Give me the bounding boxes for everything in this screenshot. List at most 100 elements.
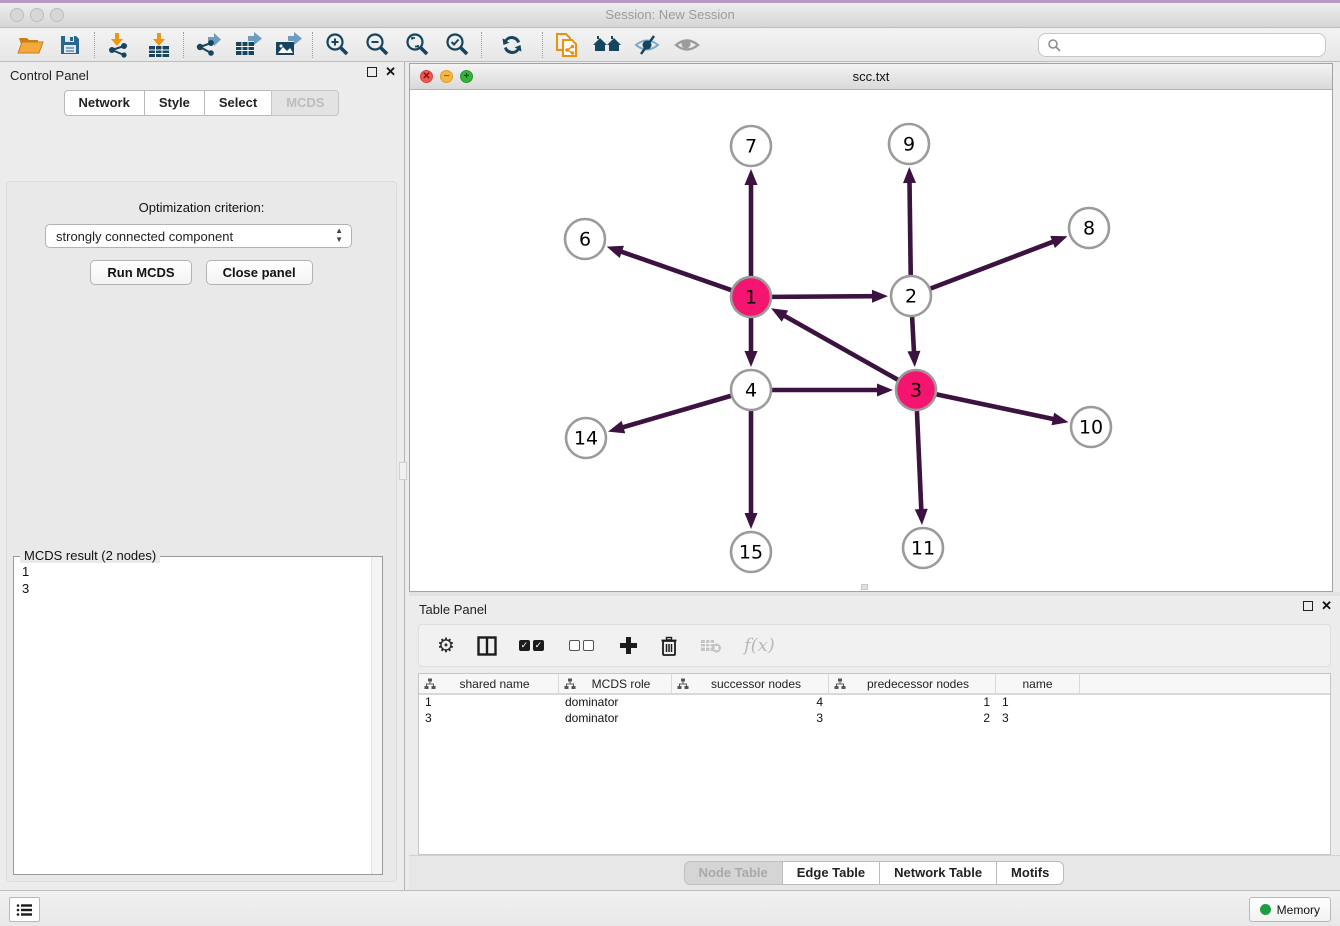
graph-edge-3-10[interactable] — [937, 394, 1055, 419]
dropdown-stepper-icon: ▲▼ — [335, 226, 343, 244]
refresh-icon[interactable] — [492, 30, 532, 60]
zoom-selected-icon[interactable] — [437, 30, 477, 60]
import-table-icon[interactable] — [139, 30, 179, 60]
graph-edge-1-2[interactable] — [772, 296, 874, 297]
edge-arrowhead — [745, 351, 758, 367]
tab-motifs[interactable]: Motifs — [996, 861, 1064, 885]
save-session-icon[interactable] — [50, 30, 90, 60]
table-cell[interactable]: 3 — [672, 711, 829, 727]
edge-arrowhead — [608, 421, 625, 433]
graph-edge-1-6[interactable] — [620, 251, 731, 290]
search-icon — [1047, 38, 1061, 52]
column-header-predecessor-nodes[interactable]: predecessor nodes — [829, 674, 996, 693]
toolbar-separator — [94, 32, 95, 58]
tab-edge-table[interactable]: Edge Table — [782, 861, 880, 885]
column-header-successor-nodes[interactable]: successor nodes — [672, 674, 829, 693]
table-cell[interactable]: 3 — [419, 711, 559, 727]
table-cell[interactable]: 1 — [829, 695, 996, 711]
open-session-icon[interactable] — [10, 30, 50, 60]
table-cell[interactable]: 1 — [419, 695, 559, 711]
columns-icon[interactable] — [477, 636, 497, 656]
table-cell[interactable]: 1 — [996, 695, 1080, 711]
mcds-result-box: MCDS result (2 nodes) 13 — [13, 556, 383, 875]
graph-edge-2-3[interactable] — [912, 317, 914, 353]
tab-network[interactable]: Network — [64, 90, 145, 116]
edge-arrowhead — [907, 351, 920, 367]
tab-select[interactable]: Select — [204, 90, 272, 116]
tab-node-table[interactable]: Node Table — [684, 861, 783, 885]
list-icon — [16, 903, 33, 917]
graph-edge-3-1[interactable] — [783, 315, 897, 380]
node-label-4: 4 — [745, 380, 757, 402]
edge-arrowhead — [1051, 413, 1068, 426]
graph-edge-3-11[interactable] — [917, 411, 921, 511]
column-header-label: successor nodes — [689, 677, 823, 691]
canvas-splitter-handle[interactable] — [861, 584, 868, 590]
close-table-panel-icon[interactable]: ✕ — [1321, 601, 1332, 611]
criterion-dropdown[interactable]: strongly connected component ▲▼ — [45, 224, 352, 248]
close-panel-button[interactable]: Close panel — [206, 260, 313, 285]
tab-style[interactable]: Style — [144, 90, 205, 116]
zoom-in-icon[interactable] — [317, 30, 357, 60]
column-header-shared-name[interactable]: shared name — [419, 674, 559, 693]
column-header-name[interactable]: name — [996, 674, 1080, 693]
zoom-out-icon[interactable] — [357, 30, 397, 60]
toolbar-separator — [481, 32, 482, 58]
node-label-3: 3 — [910, 380, 922, 402]
delete-table-icon — [700, 638, 722, 654]
delete-icon[interactable] — [660, 636, 678, 656]
close-panel-icon[interactable]: ✕ — [385, 67, 396, 77]
export-network-icon[interactable] — [188, 30, 228, 60]
column-header-label: shared name — [436, 677, 553, 691]
table-cell[interactable]: dominator — [559, 695, 672, 711]
table-header-row: shared name MCDS role successor nodes prede… — [419, 674, 1330, 695]
graph-edge-2-8[interactable] — [931, 241, 1055, 288]
control-panel-title: Control Panel — [10, 68, 89, 83]
export-table-icon[interactable] — [228, 30, 268, 60]
gear-icon[interactable]: ⚙ — [437, 633, 455, 658]
graph-edge-2-9[interactable] — [909, 181, 910, 275]
show-all-icon[interactable] — [667, 30, 707, 60]
float-table-panel-icon[interactable] — [1303, 601, 1313, 611]
column-header-MCDS-role[interactable]: MCDS role — [559, 674, 672, 693]
network-window-titlebar[interactable]: ✕ − + scc.txt — [410, 64, 1332, 90]
control-panel-tabs: NetworkStyleSelectMCDS — [0, 90, 404, 116]
run-mcds-button[interactable]: Run MCDS — [90, 260, 191, 285]
home-icon[interactable] — [587, 30, 627, 60]
control-panel: Control Panel ✕ NetworkStyleSelectMCDS O… — [0, 62, 405, 890]
table-row[interactable]: 3dominator323 — [419, 711, 1330, 727]
status-bar: Memory — [0, 890, 1340, 926]
result-scrollbar[interactable] — [371, 557, 382, 874]
export-image-icon[interactable] — [268, 30, 308, 60]
tab-mcds[interactable]: MCDS — [271, 90, 339, 116]
float-panel-icon[interactable] — [367, 67, 377, 77]
graph-edge-4-14[interactable] — [622, 396, 731, 428]
select-all-checkboxes-icon[interactable]: ✓✓ — [519, 640, 547, 651]
search-field[interactable] — [1038, 33, 1326, 57]
table-cell[interactable]: 4 — [672, 695, 829, 711]
edge-arrowhead — [745, 513, 758, 529]
task-history-button[interactable] — [9, 897, 40, 922]
tab-network-table[interactable]: Network Table — [879, 861, 997, 885]
clone-network-icon[interactable] — [547, 30, 587, 60]
table-cell[interactable]: dominator — [559, 711, 672, 727]
node-label-1: 1 — [745, 287, 757, 309]
table-cell[interactable]: 2 — [829, 711, 996, 727]
search-input[interactable] — [1067, 38, 1317, 53]
zoom-fit-icon[interactable] — [397, 30, 437, 60]
criterion-dropdown-value: strongly connected component — [56, 229, 233, 244]
vertical-splitter-handle[interactable] — [399, 462, 407, 480]
table-cell[interactable]: 3 — [996, 711, 1080, 727]
network-canvas[interactable]: 7968124314101511 — [410, 90, 1332, 591]
node-label-15: 15 — [739, 542, 763, 564]
add-column-icon[interactable] — [619, 636, 638, 655]
toolbar-separator — [183, 32, 184, 58]
deselect-all-checkboxes-icon[interactable] — [569, 640, 597, 651]
hide-selected-icon[interactable] — [627, 30, 667, 60]
import-network-icon[interactable] — [99, 30, 139, 60]
table-panel-title: Table Panel — [419, 602, 487, 617]
table-row[interactable]: 1dominator411 — [419, 695, 1330, 711]
edge-arrowhead — [1050, 236, 1067, 248]
node-table: shared name MCDS role successor nodes prede… — [418, 673, 1331, 855]
memory-button[interactable]: Memory — [1249, 897, 1331, 922]
